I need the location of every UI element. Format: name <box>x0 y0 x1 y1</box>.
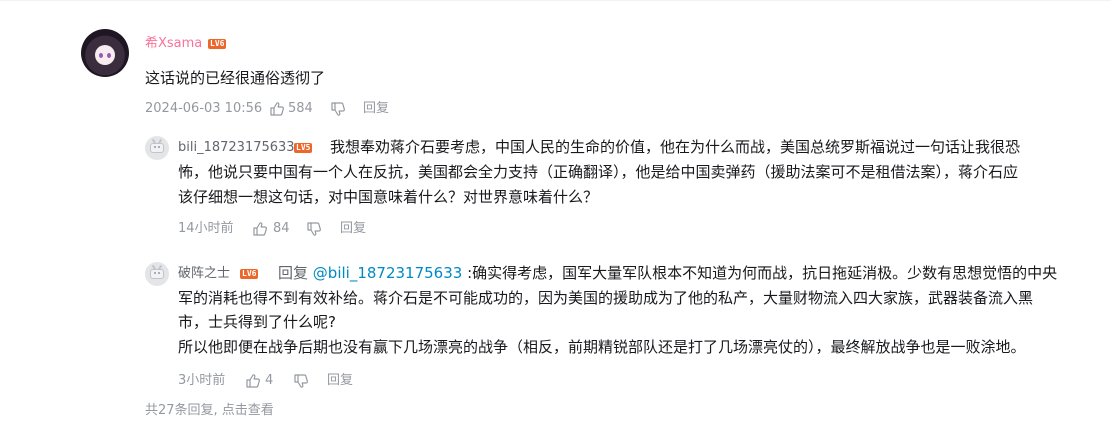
reply-button[interactable]: 回复 <box>340 220 366 238</box>
comment-meta: 2024-06-03 10:56 584 回复 <box>145 100 405 118</box>
thumb-down-icon[interactable] <box>293 373 309 389</box>
reply-button[interactable]: 回复 <box>363 100 389 118</box>
reply-username[interactable]: 破阵之士 <box>178 265 230 283</box>
level-badge: LV5 <box>294 143 313 153</box>
reply-text-segment: :确实得考虑，国军大量军队根本不知道为何而战，抗日拖延消极。少数有思想觉悟的中央 <box>462 264 1058 282</box>
tv-avatar-icon[interactable] <box>145 136 169 160</box>
level-badge: LV6 <box>208 39 227 49</box>
reply-time: 3小时前 <box>178 373 226 388</box>
comment-username[interactable]: 希Xsama <box>145 35 202 53</box>
avatar-eye-right <box>107 53 111 58</box>
thumb-up-icon[interactable] <box>245 373 261 389</box>
tv-avatar-icon[interactable] <box>145 262 169 286</box>
user-avatar[interactable] <box>81 29 129 77</box>
reply-text-line: 回复 @bili_18723175633 :确实得考虑，国军大量军队根本不知道为… <box>278 261 1057 286</box>
level-badge: LV6 <box>240 269 259 279</box>
avatar-eye-left <box>99 53 103 58</box>
thumb-up-icon[interactable] <box>269 101 285 117</box>
reply-text-line: 所以他即便在战争后期也没有赢下几场漂亮的战争（相反，前期精锐部队还是打了几场漂亮… <box>178 338 1026 356</box>
view-more-replies-link[interactable]: 共27条回复, 点击查看 <box>145 402 274 420</box>
thumb-up-icon[interactable] <box>252 221 268 237</box>
top-divider <box>0 0 1111 1</box>
comment-time: 2024-06-03 10:56 <box>145 101 263 116</box>
avatar-face <box>95 45 115 65</box>
reply-button[interactable]: 回复 <box>327 372 353 390</box>
reply-prefix: 回复 <box>278 264 309 282</box>
thumb-down-icon[interactable] <box>306 221 322 237</box>
reply-time: 14小时前 <box>178 221 234 236</box>
thumb-down-icon[interactable] <box>330 101 346 117</box>
reply-text-line: 怖，他说只要中国有一个人在反抗，美国都会全力支持（正确翻译），他是给中国卖弹药（… <box>178 163 1019 181</box>
reply-username[interactable]: bili_18723175633 <box>178 139 295 157</box>
like-count: 84 <box>273 221 290 236</box>
reply-text-line: 军的消耗也得不到有效补给。蒋介石是不可能成功的，因为美国的援助成为了他的私产，大… <box>178 289 1034 307</box>
like-count: 584 <box>288 101 313 116</box>
mention-link[interactable]: @bili_18723175633 <box>313 264 463 282</box>
reply-text-line: 该仔细想一想这句话，对中国意味着什么？对世界意味着什么？ <box>178 188 599 206</box>
reply-text-line: 我想奉劝蒋介石要考虑，中国人民的生命的价值，他在为什么而战，美国总统罗斯福说过一… <box>330 138 1021 156</box>
reply-text-line: 市，士兵得到了什么呢? <box>178 313 336 331</box>
like-count: 4 <box>265 373 274 388</box>
reply-meta: 3小时前 4 回复 <box>178 372 398 390</box>
reply-meta: 14小时前 84 回复 <box>178 220 398 238</box>
comment-text: 这话说的已经很通俗透彻了 <box>145 69 326 87</box>
